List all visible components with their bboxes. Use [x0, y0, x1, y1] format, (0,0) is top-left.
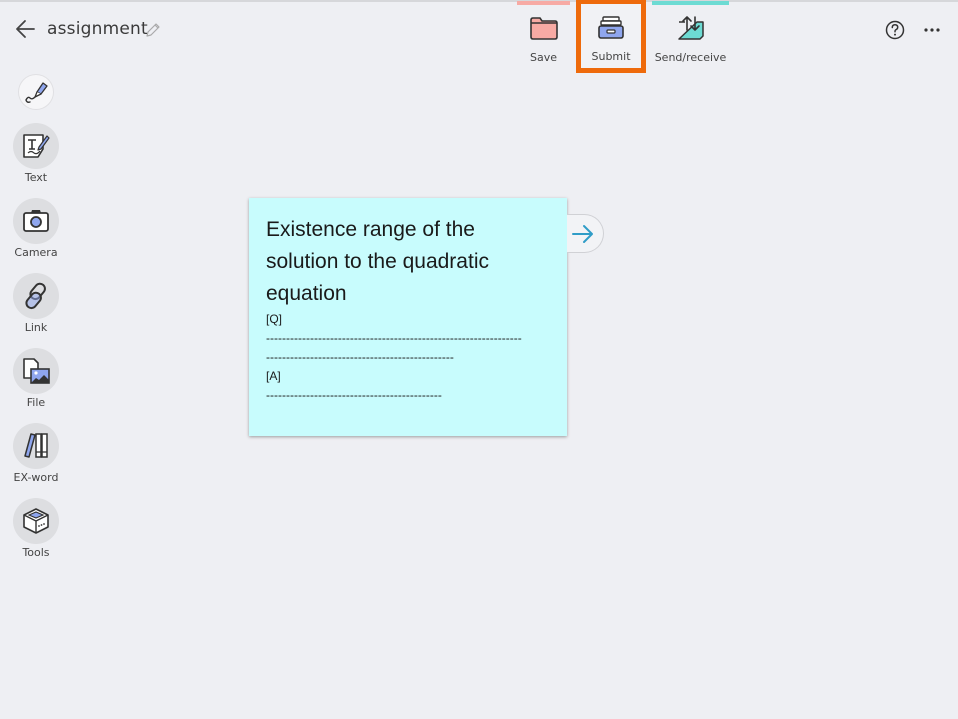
file-icon: [23, 358, 50, 384]
ex-word-label: EX-word: [13, 471, 59, 484]
sidebar-item-pen[interactable]: [8, 75, 64, 109]
help-button[interactable]: [885, 20, 905, 40]
save-button[interactable]: Save: [517, 0, 570, 72]
pencil-icon: [146, 23, 160, 37]
send-receive-label: Send/receive: [654, 51, 727, 64]
card-question-line: ----------------------------------------…: [266, 331, 522, 345]
edit-title-button[interactable]: [144, 21, 162, 39]
file-button-circle: [13, 348, 59, 394]
card-answer-label: [A]: [266, 369, 281, 383]
card-question-label: [Q]: [266, 312, 283, 326]
arrow-right-icon: [572, 225, 593, 243]
page-title: assignment: [47, 19, 148, 39]
camera-button-circle: [13, 198, 59, 244]
camera-label: Camera: [14, 246, 58, 259]
text-icon: [23, 134, 50, 158]
card-next-button[interactable]: [567, 214, 604, 253]
arrow-left-icon: [16, 20, 35, 38]
sidebar-item-link[interactable]: Link: [8, 273, 64, 334]
card-answer-line: ----------------------------------------…: [266, 388, 442, 402]
submit-tray-icon: [598, 16, 624, 39]
pen-icon: [25, 82, 48, 103]
card-heading: Existence range of the solution to the q…: [266, 218, 489, 305]
folder-icon: [529, 17, 558, 40]
assignment-card[interactable]: Existence range of the solution to the q…: [249, 198, 567, 436]
send-receive-button[interactable]: Send/receive: [652, 0, 729, 72]
ex-word-button-circle: [13, 423, 59, 469]
send-receive-icon: [677, 16, 704, 40]
camera-icon: [23, 210, 49, 232]
pen-button-circle: [19, 75, 53, 109]
send-receive-accent-bar: [652, 1, 729, 5]
back-button[interactable]: [14, 18, 38, 40]
submit-label: Submit: [591, 50, 631, 63]
sidebar-item-text[interactable]: Text: [8, 123, 64, 184]
top-border: [0, 0, 958, 2]
more-icon: [924, 28, 940, 32]
text-label: Text: [24, 171, 48, 184]
link-icon: [25, 282, 46, 310]
sidebar-item-tools[interactable]: Tools: [8, 498, 64, 559]
submit-button[interactable]: Submit: [576, 0, 646, 73]
save-label: Save: [529, 51, 557, 64]
card-question-line: ----------------------------------------…: [266, 350, 454, 364]
sidebar-item-ex-word[interactable]: EX-word: [8, 423, 64, 484]
help-icon: [885, 20, 905, 40]
file-label: File: [26, 396, 46, 409]
tools-box-icon: [23, 508, 49, 534]
link-label: Link: [24, 321, 48, 334]
sidebar-item-camera[interactable]: Camera: [8, 198, 64, 259]
text-button-circle: [13, 123, 59, 169]
sidebar-item-file[interactable]: File: [8, 348, 64, 409]
tools-label: Tools: [22, 546, 50, 559]
link-button-circle: [13, 273, 59, 319]
tools-button-circle: [13, 498, 59, 544]
save-accent-bar: [517, 1, 570, 5]
dictionary-icon: [24, 433, 48, 458]
more-button[interactable]: [922, 20, 942, 40]
